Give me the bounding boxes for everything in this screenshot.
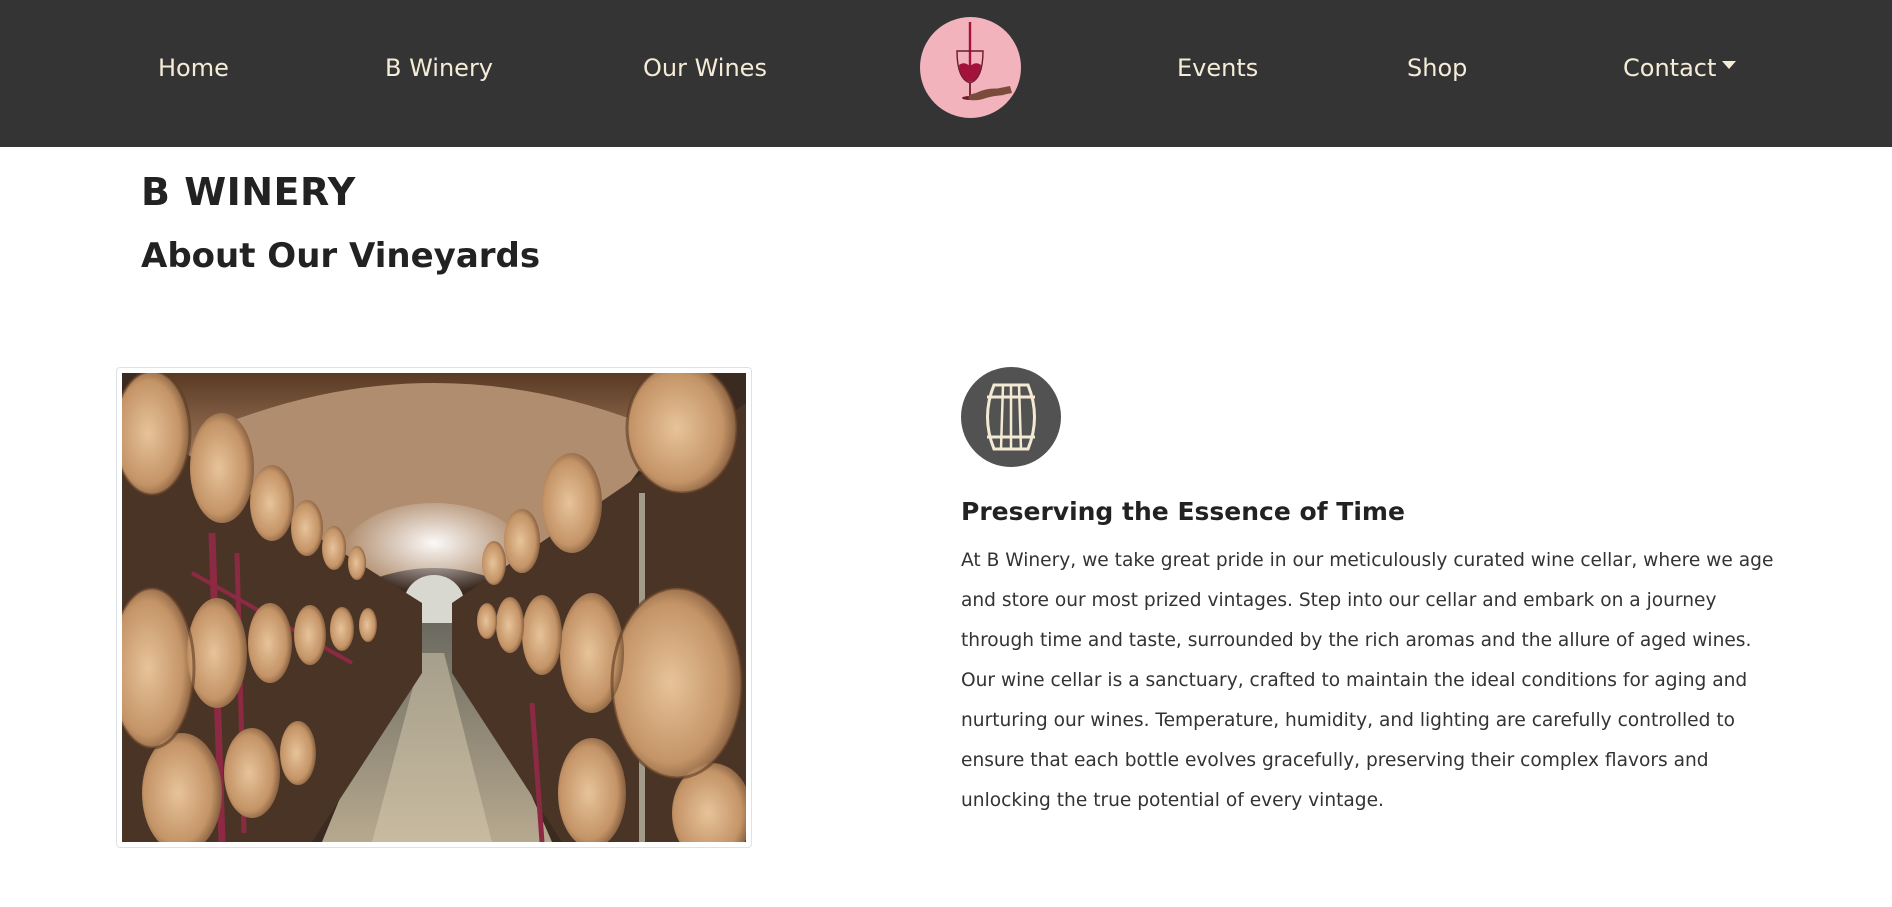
nav-home-link[interactable]: Home	[158, 54, 229, 83]
nav-contact-dropdown[interactable]: Contact	[1623, 54, 1737, 83]
wine-cellar-photo	[122, 373, 746, 842]
wine-cellar-image-frame	[116, 367, 752, 848]
section-body-text: At B Winery, we take great pride in our …	[961, 550, 1774, 811]
nav-contact-label: Contact	[1623, 54, 1717, 82]
caret-down-icon	[1722, 61, 1737, 69]
page-title: B WINERY	[141, 170, 356, 214]
section-heading: Preserving the Essence of Time	[961, 497, 1405, 526]
page-subtitle: About Our Vineyards	[141, 236, 541, 276]
nav-our-wines-link[interactable]: Our Wines	[643, 54, 767, 83]
wine-glass-logo-icon[interactable]	[920, 17, 1021, 118]
nav-events-link[interactable]: Events	[1177, 54, 1258, 83]
barrel-icon	[961, 367, 1061, 467]
nav-b-winery-link[interactable]: B Winery	[385, 54, 493, 83]
nav-shop-link[interactable]: Shop	[1407, 54, 1467, 83]
main-navbar: Home B Winery Our Wines Events Shop Cont…	[0, 0, 1892, 147]
